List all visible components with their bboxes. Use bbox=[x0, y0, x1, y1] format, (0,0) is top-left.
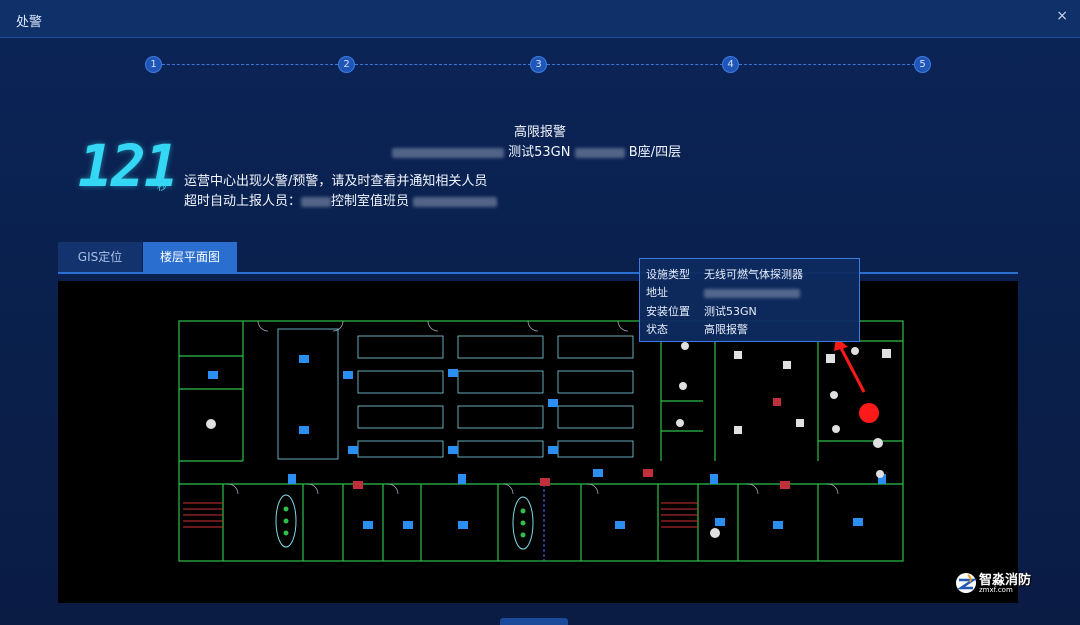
redacted-text bbox=[704, 288, 800, 298]
alarm-device-marker bbox=[859, 403, 879, 423]
step-5[interactable]: 5 bbox=[914, 56, 931, 73]
step-4[interactable]: 4 bbox=[722, 56, 739, 73]
watermark: 智淼消防 zmxf.com bbox=[953, 568, 1037, 598]
auto-report-line: 超时自动上报人员： 控制室值班员 bbox=[184, 190, 498, 209]
floor-plan-view[interactable] bbox=[58, 281, 1018, 603]
redacted-text bbox=[392, 147, 504, 158]
auto-report-role: 控制室值班员 bbox=[331, 194, 410, 209]
alarm-location-name: 测试53GN bbox=[508, 145, 571, 160]
tab-floor-plan[interactable]: 楼层平面图 bbox=[143, 242, 237, 272]
auto-report-label: 超时自动上报人员： bbox=[184, 194, 302, 209]
countdown-unit: 秒 bbox=[157, 182, 167, 193]
popup-row-status: 状态 高限报警 bbox=[646, 321, 748, 337]
popup-key: 设施类型 bbox=[646, 268, 690, 281]
device-info-popup: 设施类型 无线可燃气体探测器 地址 安装位置 测试53GN 状态 高限报警 bbox=[639, 258, 860, 342]
redacted-text bbox=[301, 196, 332, 207]
window-title: 处警 bbox=[16, 15, 43, 30]
redacted-text bbox=[574, 147, 625, 158]
alarm-message: 运营中心出现火警/预警，请及时查看并通知相关人员 bbox=[184, 174, 488, 189]
step-2[interactable]: 2 bbox=[338, 56, 355, 73]
popup-value: 测试53GN bbox=[704, 305, 757, 318]
window-titlebar: 处警 × bbox=[0, 0, 1080, 38]
tab-gis-location[interactable]: GIS定位 bbox=[58, 242, 142, 272]
alarm-location: 测试53GN B座/四层 bbox=[392, 141, 681, 160]
popup-value: 高限报警 bbox=[704, 323, 748, 336]
popup-key: 安装位置 bbox=[646, 305, 690, 318]
step-3[interactable]: 3 bbox=[530, 56, 547, 73]
step-connector bbox=[547, 64, 723, 65]
step-connector bbox=[739, 64, 915, 65]
popup-key: 地址 bbox=[646, 286, 668, 299]
footer-button[interactable] bbox=[500, 618, 568, 625]
brand-logo-icon bbox=[956, 573, 977, 593]
close-icon[interactable]: × bbox=[1056, 8, 1068, 24]
popup-row-device-type: 设施类型 无线可燃气体探测器 bbox=[646, 266, 803, 282]
step-connector bbox=[355, 64, 531, 65]
tab-underline bbox=[58, 272, 1018, 274]
popup-row-address: 地址 bbox=[646, 284, 800, 300]
popup-key: 状态 bbox=[646, 323, 668, 336]
redacted-text bbox=[413, 196, 498, 207]
step-1[interactable]: 1 bbox=[145, 56, 162, 73]
popup-value: 无线可燃气体探测器 bbox=[704, 268, 803, 281]
watermark-sub: zmxf.com bbox=[979, 586, 1013, 594]
floor-plan-drawing bbox=[178, 320, 904, 562]
alarm-location-floor: B座/四层 bbox=[628, 145, 682, 160]
popup-row-install-location: 安装位置 测试53GN bbox=[646, 303, 757, 319]
step-connector bbox=[162, 64, 338, 65]
